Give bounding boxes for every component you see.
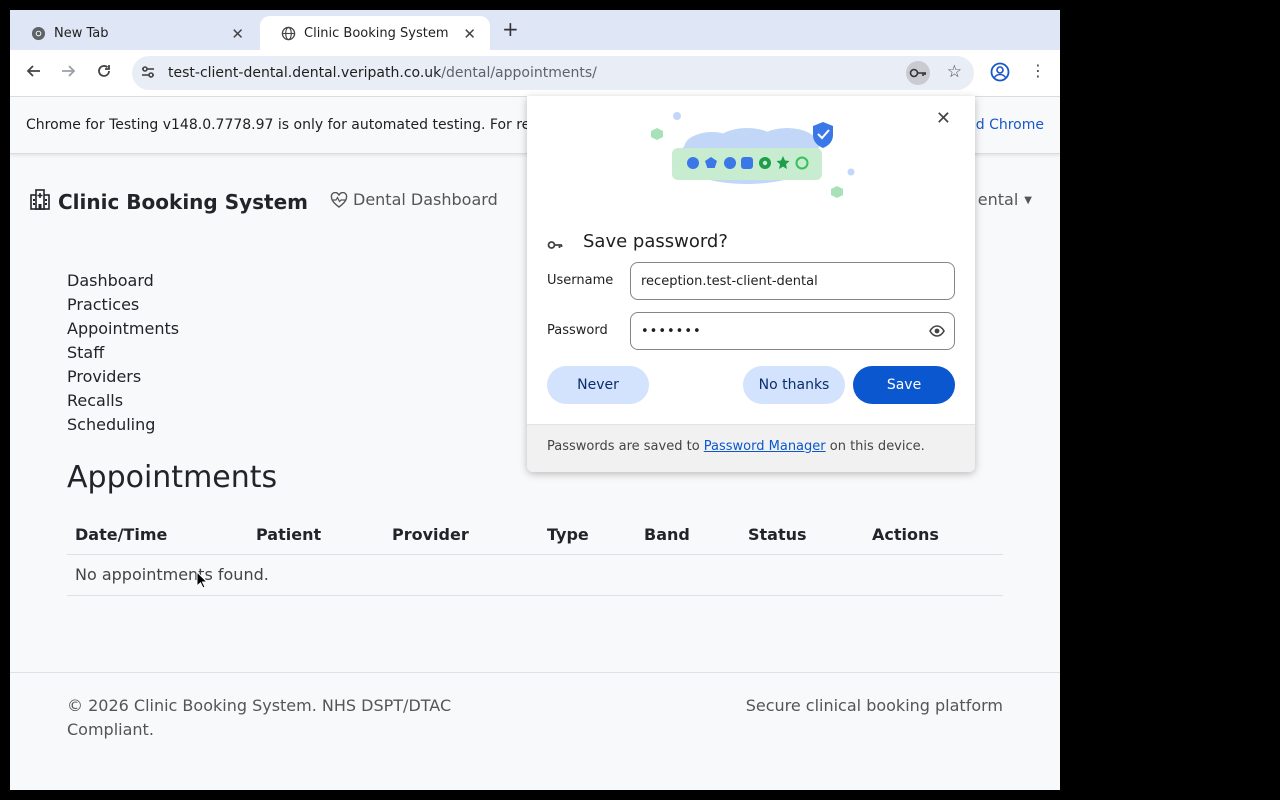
password-label: Password xyxy=(547,323,608,338)
column-header: Patient xyxy=(248,516,384,555)
password-field[interactable]: ••••••• xyxy=(630,312,955,350)
page-footer: © 2026 Clinic Booking System. NHS DSPT/D… xyxy=(10,672,1060,790)
back-icon[interactable] xyxy=(26,63,42,83)
caret-down-icon: ▼ xyxy=(1024,195,1032,206)
footer-tagline: Secure clinical booking platform xyxy=(745,696,1003,715)
tune-icon[interactable] xyxy=(140,64,156,84)
close-icon[interactable]: ✕ xyxy=(936,110,951,128)
address-bar[interactable]: test-client-dental.dental.veripath.co.uk… xyxy=(132,56,974,90)
username-field[interactable]: reception.test-client-dental xyxy=(630,262,955,300)
new-tab-button[interactable]: + xyxy=(502,19,519,39)
password-manager-link[interactable]: Password Manager xyxy=(704,439,826,454)
nav-item-dashboard[interactable]: Dashboard xyxy=(67,269,179,293)
footer-copyright: © 2026 Clinic Booking System. NHS DSPT/D… xyxy=(67,696,452,739)
brand-text: Clinic Booking System xyxy=(58,189,309,214)
toolbar: test-client-dental.dental.veripath.co.uk… xyxy=(10,50,1060,96)
dialog-footer: Passwords are saved to Password Manager … xyxy=(527,424,975,472)
footer-text-post: on this device. xyxy=(825,439,925,454)
globe-icon xyxy=(280,25,296,41)
nav-item-practices[interactable]: Practices xyxy=(67,293,179,317)
site-brand[interactable]: Clinic Booking System xyxy=(30,188,308,215)
hospital-icon xyxy=(30,188,50,215)
url-host: test-client-dental.dental.veripath.co.uk xyxy=(168,65,442,81)
dental-dashboard-label: Dental Dashboard xyxy=(353,190,498,209)
infobar-text: Chrome for Testing v148.0.7778.97 is onl… xyxy=(26,117,531,133)
username-value: reception.test-client-dental xyxy=(641,273,818,289)
forward-icon[interactable] xyxy=(60,63,76,83)
column-header: Status xyxy=(740,516,864,555)
save-password-dialog: ✕ Save password? Username reception.test… xyxy=(527,96,975,472)
chrome-icon xyxy=(30,25,46,41)
reload-icon[interactable] xyxy=(96,63,112,83)
dialog-footer-text: Passwords are saved to Password Manager … xyxy=(547,439,925,454)
star-icon[interactable]: ☆ xyxy=(947,62,962,82)
password-value: ••••••• xyxy=(641,323,702,339)
tab-new-tab[interactable]: New Tab ✕ xyxy=(10,16,258,50)
footer-text-pre: Passwords are saved to xyxy=(547,439,704,454)
save-button[interactable]: Save xyxy=(853,366,955,404)
dental-dashboard-link[interactable]: Dental Dashboard xyxy=(330,190,498,209)
page-title: Appointments xyxy=(67,460,278,495)
nav-item-providers[interactable]: Providers xyxy=(67,365,179,389)
dialog-title: Save password? xyxy=(583,231,728,252)
table-header-row: Date/Time Patient Provider Type Band Sta… xyxy=(67,516,1003,555)
menu-icon[interactable]: ⋮ xyxy=(1030,61,1046,80)
nav-item-staff[interactable]: Staff xyxy=(67,341,179,365)
url-path: /dental/appointments/ xyxy=(441,65,597,81)
tab-clinic-booking[interactable]: Clinic Booking System ✕ xyxy=(260,16,490,50)
no-thanks-button[interactable]: No thanks xyxy=(743,366,845,404)
sidebar-nav: Dashboard Practices Appointments Staff P… xyxy=(67,269,179,437)
tab-strip: New Tab ✕ Clinic Booking System ✕ + xyxy=(10,10,1060,50)
infobar-link[interactable]: d Chrome xyxy=(976,117,1044,133)
profile-icon[interactable] xyxy=(990,62,1010,86)
browser-window: New Tab ✕ Clinic Booking System ✕ + test… xyxy=(10,10,1060,790)
close-icon[interactable]: ✕ xyxy=(463,25,476,43)
user-dropdown-label: ental xyxy=(977,190,1019,209)
key-icon[interactable] xyxy=(906,61,930,85)
user-dropdown[interactable]: ental ▼ xyxy=(978,190,1032,209)
nav-item-scheduling[interactable]: Scheduling xyxy=(67,413,179,437)
url-text: test-client-dental.dental.veripath.co.uk… xyxy=(168,65,597,81)
tab-title: New Tab xyxy=(54,25,109,41)
nav-item-appointments[interactable]: Appointments xyxy=(67,317,179,341)
never-button[interactable]: Never xyxy=(547,366,649,404)
password-illustration xyxy=(651,112,855,198)
column-header: Band xyxy=(636,516,740,555)
heart-pulse-icon xyxy=(330,191,348,208)
key-icon xyxy=(547,236,563,255)
nav-item-recalls[interactable]: Recalls xyxy=(67,389,179,413)
column-header: Provider xyxy=(384,516,539,555)
cursor-icon xyxy=(196,571,208,589)
column-header: Type xyxy=(539,516,636,555)
close-icon[interactable]: ✕ xyxy=(231,25,244,43)
column-header: Actions xyxy=(864,516,1003,555)
eye-icon[interactable] xyxy=(929,324,945,342)
column-header: Date/Time xyxy=(67,516,248,555)
tab-title: Clinic Booking System xyxy=(304,25,449,41)
username-label: Username xyxy=(547,273,614,288)
